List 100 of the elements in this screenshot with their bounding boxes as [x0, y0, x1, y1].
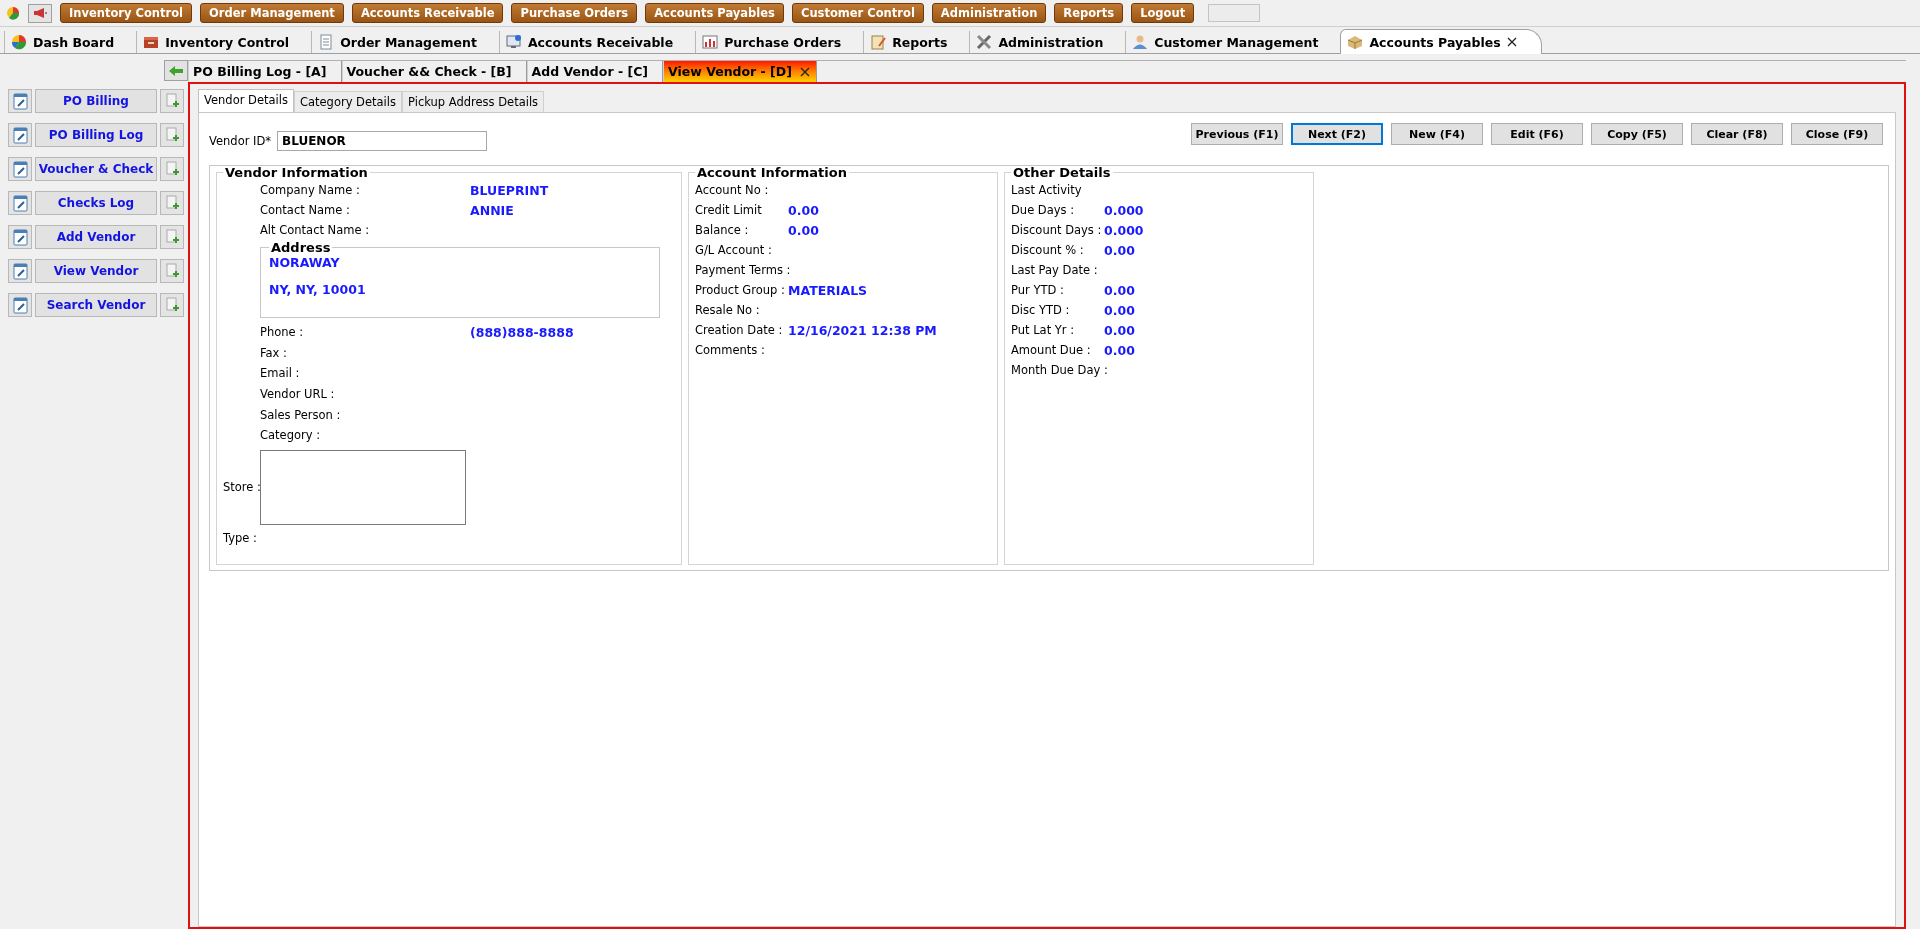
person-icon	[1132, 34, 1149, 50]
toolbar-button[interactable]: Logout	[1131, 3, 1195, 23]
vendor-id-field[interactable]: BLUENOR	[277, 131, 488, 151]
tab[interactable]: Order Management	[311, 31, 499, 53]
field-label: Comments :	[695, 343, 766, 357]
toolbar-button[interactable]: Inventory Control	[60, 3, 193, 23]
field-label: Resale No :	[695, 303, 761, 317]
tab[interactable]: Accounts Receivable	[498, 31, 696, 53]
field-value: 0.00	[1104, 302, 1136, 318]
tab[interactable]: Reports	[863, 31, 970, 53]
tab[interactable]: Pickup Address Details	[402, 91, 545, 112]
field-label: Category :	[260, 428, 322, 443]
edit-button[interactable]	[8, 123, 32, 147]
tab[interactable]: Purchase Orders	[695, 31, 864, 53]
toolbar-button[interactable]: Accounts Payables	[645, 3, 784, 23]
sidebar-item[interactable]: View Vendor	[35, 259, 157, 283]
plus-icon	[164, 297, 180, 313]
add-button[interactable]	[160, 89, 184, 113]
monitor-icon	[505, 34, 522, 50]
edit-button[interactable]	[8, 225, 32, 249]
field-label: Pur YTD :	[1011, 283, 1065, 297]
box-icon	[143, 34, 160, 50]
field-value: 0.000	[1104, 202, 1145, 218]
edit-button[interactable]	[8, 157, 32, 181]
field-label: Contact Name :	[260, 203, 351, 217]
field-label: Alt Contact Name :	[260, 223, 371, 237]
plus-icon	[164, 263, 180, 279]
arrow-left-icon	[169, 65, 183, 76]
action-button[interactable]: Next (F2)	[1291, 123, 1383, 145]
sidebar-item[interactable]: Voucher & Check	[35, 157, 157, 181]
action-button[interactable]: Edit (F6)	[1491, 123, 1583, 145]
field-label: Fax :	[260, 345, 288, 360]
field-label: Put Lat Yr :	[1011, 323, 1076, 337]
tab[interactable]: Inventory Control	[136, 31, 312, 53]
tab[interactable]: Accounts Payables	[1340, 29, 1542, 54]
action-button[interactable]: Close (F9)	[1791, 123, 1883, 145]
notepad-icon	[11, 228, 29, 246]
megaphone-icon	[33, 7, 47, 19]
field-label: Vendor ID*	[209, 134, 272, 148]
toolbar-button[interactable]: Reports	[1054, 3, 1124, 23]
tab[interactable]: Category Details	[293, 91, 402, 112]
field-label: Due Days :	[1011, 203, 1076, 217]
action-button[interactable]: Previous (F1)	[1191, 123, 1283, 145]
group-title: Address	[270, 240, 332, 255]
action-button[interactable]: New (F4)	[1391, 123, 1483, 145]
package-icon	[1347, 34, 1364, 50]
toolbar-field[interactable]	[1208, 4, 1261, 22]
notepad-icon	[11, 160, 29, 178]
plus-icon	[164, 229, 180, 245]
add-button[interactable]	[160, 293, 184, 317]
field-label: Creation Date :	[695, 323, 784, 337]
sidebar-item[interactable]: PO Billing Log	[35, 123, 157, 147]
action-button[interactable]: Clear (F8)	[1691, 123, 1783, 145]
add-button[interactable]	[160, 191, 184, 215]
sidebar-item[interactable]: Search Vendor	[35, 293, 157, 317]
field-value: 12/16/2021 12:38 PM	[788, 322, 938, 338]
close-icon[interactable]	[1506, 37, 1517, 47]
notepad-icon	[11, 296, 29, 314]
field-value: 0.00	[1104, 282, 1136, 298]
toolbar-button[interactable]: Customer Control	[791, 3, 924, 23]
toolbar-button[interactable]: Order Management	[200, 3, 344, 23]
field-label: Discount % :	[1011, 243, 1085, 257]
sidebar-item[interactable]: Checks Log	[35, 191, 157, 215]
notepad-icon	[870, 34, 887, 50]
add-button[interactable]	[160, 225, 184, 249]
tab[interactable]: Dash Board	[4, 31, 137, 53]
action-button[interactable]: Copy (F5)	[1591, 123, 1683, 145]
add-button[interactable]	[160, 259, 184, 283]
toolbar-button[interactable]: Administration	[931, 3, 1047, 23]
field-label: Payment Terms :	[695, 263, 788, 277]
group-title: Other Details	[1012, 165, 1112, 180]
tab[interactable]: Vendor Details	[198, 89, 294, 112]
edit-button[interactable]	[8, 191, 32, 215]
tab[interactable]: Administration	[969, 31, 1126, 53]
close-icon[interactable]	[799, 66, 810, 77]
field-value: 0.00	[1104, 242, 1136, 258]
edit-button[interactable]	[8, 89, 32, 113]
sidebar-item[interactable]: PO Billing	[35, 89, 157, 113]
toolbar-button[interactable]: Accounts Receivable	[351, 3, 504, 23]
field-label: Sales Person :	[260, 407, 342, 422]
add-button[interactable]	[160, 157, 184, 181]
megaphone-button[interactable]	[28, 3, 52, 23]
field-label: Last Pay Date :	[1011, 263, 1099, 277]
field-label: Account No :	[695, 183, 770, 197]
field-value: 0.00	[788, 222, 820, 238]
tab[interactable]: View Vendor - [D]	[663, 61, 817, 82]
store-list[interactable]	[260, 449, 466, 525]
toolbar-button[interactable]: Purchase Orders	[511, 3, 638, 23]
edit-button[interactable]	[8, 293, 32, 317]
field-value: 0.000	[1104, 222, 1145, 238]
field-label: Phone :	[260, 325, 305, 340]
field-label: Vendor URL :	[260, 387, 336, 402]
field-label: Last Activity	[1011, 183, 1083, 197]
sidebar-item[interactable]: Add Vendor	[35, 225, 157, 249]
field-value: 0.00	[1104, 322, 1136, 338]
field-value: MATERIALS	[788, 282, 869, 298]
back-button[interactable]	[164, 60, 188, 81]
field-value: BLUEPRINT	[470, 182, 550, 198]
edit-button[interactable]	[8, 259, 32, 283]
add-button[interactable]	[160, 123, 184, 147]
